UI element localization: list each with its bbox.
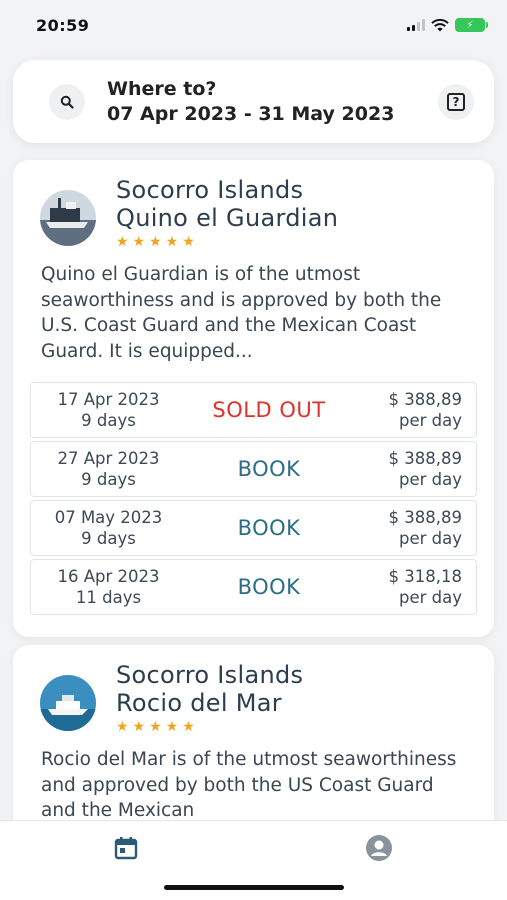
departure-date: 27 Apr 2023 [57, 449, 160, 468]
departure-row[interactable]: 27 Apr 2023 9 days BOOK $ 388,89 per day [30, 441, 477, 497]
book-button[interactable]: BOOK [186, 457, 352, 481]
rating-stars: ★★★★★ [116, 234, 199, 250]
departure-date: 07 May 2023 [54, 508, 163, 527]
nav-profile-tab[interactable] [364, 833, 394, 863]
trip-title-region: Socorro Islands [116, 176, 304, 204]
trip-description: Quino el Guardian is of the utmost seawo… [41, 264, 442, 362]
search-bar[interactable]: Where to? 07 Apr 2023 - 31 May 2023 ? [13, 60, 494, 143]
help-icon: ? [447, 92, 465, 111]
nav-bookings-tab[interactable] [111, 833, 141, 863]
trip-card[interactable]: Socorro Islands Rocio del Mar ★★★★★ Roci… [13, 645, 494, 845]
departure-date: 16 Apr 2023 [57, 567, 160, 586]
trip-title-boat: Rocio del Mar [116, 689, 282, 717]
search-button[interactable] [49, 83, 85, 120]
boat-thumbnail [40, 190, 96, 246]
trip-header: Socorro Islands Rocio del Mar ★★★★★ [13, 645, 494, 735]
departure-price: $ 388,89 [388, 390, 462, 409]
departure-duration: 9 days [81, 411, 136, 430]
departure-price: $ 318,18 [388, 567, 462, 586]
departure-row[interactable]: 17 Apr 2023 9 days SOLD OUT $ 388,89 per… [30, 382, 477, 438]
wifi-icon [431, 18, 449, 31]
departure-row[interactable]: 07 May 2023 9 days BOOK $ 388,89 per day [30, 500, 477, 556]
search-icon [60, 95, 74, 109]
search-summary[interactable]: Where to? 07 Apr 2023 - 31 May 2023 [107, 77, 438, 127]
departure-date: 17 Apr 2023 [57, 390, 160, 409]
search-destination: Where to? [107, 77, 217, 100]
departure-price: $ 388,89 [388, 508, 462, 527]
departure-duration: 9 days [81, 470, 136, 489]
rating-stars: ★★★★★ [116, 719, 199, 735]
search-date-range: 07 Apr 2023 - 31 May 2023 [107, 102, 395, 125]
cellular-signal-icon [407, 19, 425, 31]
trip-header: Socorro Islands Quino el Guardian ★★★★★ [13, 160, 494, 250]
departure-duration: 11 days [75, 588, 142, 607]
trip-title-boat: Quino el Guardian [116, 204, 339, 232]
calendar-icon [114, 837, 138, 860]
status-bar: 20:59 ⚡ [0, 0, 507, 50]
book-button[interactable]: BOOK [186, 516, 352, 540]
help-button[interactable]: ? [438, 83, 474, 120]
status-icons: ⚡ [407, 18, 488, 32]
departure-row[interactable]: 16 Apr 2023 11 days BOOK $ 318,18 per da… [30, 559, 477, 615]
trip-card[interactable]: Socorro Islands Quino el Guardian ★★★★★ … [13, 160, 494, 637]
home-indicator[interactable] [164, 885, 344, 890]
price-unit: per day [398, 470, 462, 489]
status-time: 20:59 [36, 15, 90, 35]
price-unit: per day [398, 411, 462, 430]
sold-out-label: SOLD OUT [212, 398, 326, 422]
battery-icon: ⚡ [455, 18, 488, 32]
profile-icon [366, 835, 392, 861]
book-button[interactable]: BOOK [186, 575, 352, 599]
price-unit: per day [398, 529, 462, 548]
departures-list: 17 Apr 2023 9 days SOLD OUT $ 388,89 per… [30, 382, 477, 615]
trip-description: Rocio del Mar is of the utmost seaworthi… [41, 749, 457, 821]
price-unit: per day [398, 588, 462, 607]
boat-thumbnail [40, 675, 96, 731]
departure-price: $ 388,89 [388, 449, 462, 468]
trip-title-region: Socorro Islands [116, 661, 304, 689]
departure-duration: 9 days [81, 529, 136, 548]
